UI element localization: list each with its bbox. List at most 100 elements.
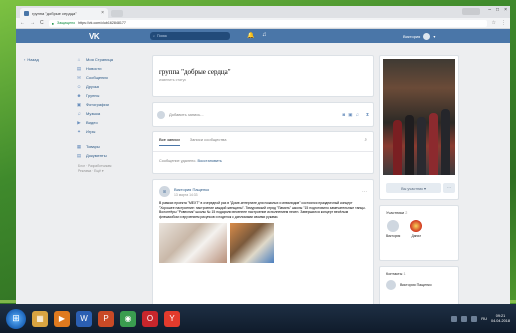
sidebar-item-photos[interactable]: ▣ Фотографии <box>76 100 146 109</box>
members-header[interactable]: Участники 2 <box>380 206 458 215</box>
members-card: Участники 2 Виктория Данил <box>379 205 459 261</box>
sidebar-item-documents[interactable]: ▤ Документы <box>76 151 146 160</box>
sidebar-item-label: Игры <box>86 129 96 134</box>
start-button[interactable]: ⊞ <box>6 308 26 329</box>
url-text: https://vk.com/club162848177 <box>78 21 126 25</box>
sidebar-item-video[interactable]: ▶ Видео <box>76 118 146 127</box>
bookmark-star-icon[interactable]: ☆ <box>492 20 496 26</box>
member-item[interactable]: Виктория <box>386 220 400 238</box>
sidebar-item-news[interactable]: ▤ Новости <box>76 64 146 73</box>
opera-glyph: O <box>146 314 154 323</box>
minimize-icon[interactable]: – <box>488 7 491 13</box>
restore-link[interactable]: Восстановить <box>197 159 221 163</box>
post-author[interactable]: Виктория Пащенко <box>174 187 209 192</box>
members-list: Виктория Данил <box>380 215 458 243</box>
post-date[interactable]: 13 марта 14:33 <box>174 193 209 197</box>
post-composer[interactable]: Добавить запись... ◙ ▣ ♫ ⧗ <box>152 102 374 127</box>
deleted-notice: Сообщение удалено. Восстановить <box>153 152 373 170</box>
groups-icon: ☻ <box>76 93 82 98</box>
sidebar-item-my-page[interactable]: ⌂ Моя Страница <box>76 55 146 64</box>
post-more-icon[interactable]: ··· <box>362 189 367 195</box>
group-cover-photo[interactable] <box>383 59 455 175</box>
secure-label: Защищено <box>57 21 76 25</box>
chrome-icon[interactable]: ◉ <box>120 310 136 327</box>
avatar <box>410 220 423 232</box>
footer-links-2[interactable]: Реклама · Ещё ▾ <box>78 169 146 174</box>
contact-item[interactable]: Виктория Пащенко <box>380 276 458 294</box>
timer-icon[interactable]: ⧗ <box>366 112 369 118</box>
contacts-header[interactable]: Контакты 1 <box>380 267 458 276</box>
word-icon[interactable]: W <box>76 310 92 327</box>
sidebar-item-label: Музыка <box>86 111 101 116</box>
lock-icon: ● <box>51 20 55 26</box>
sidebar-item-goods[interactable]: ▦ Товары <box>76 142 146 151</box>
avatar <box>387 220 400 232</box>
battery-icon[interactable] <box>471 315 478 322</box>
tab-community-posts[interactable]: Записи сообщества <box>190 137 227 146</box>
wall-post: ◙ Виктория Пащенко 13 марта 14:33 ··· В … <box>152 179 374 304</box>
contacts-card: Контакты 1 Виктория Пащенко <box>379 266 459 304</box>
photo-icon[interactable]: ▣ <box>348 112 352 118</box>
friends-icon: ☺ <box>76 84 82 89</box>
sidebar-item-games[interactable]: ✦ Игры <box>76 127 146 136</box>
members-count: 2 <box>405 211 408 215</box>
reload-icon[interactable]: C <box>40 20 44 26</box>
sidebar-item-messages[interactable]: ✉ Сообщения <box>76 73 146 82</box>
search-icon[interactable]: ⌕ <box>364 137 367 146</box>
video-icon: ▶ <box>77 119 81 125</box>
bell-icon[interactable]: 🔔 <box>247 32 254 39</box>
volume-icon[interactable] <box>461 315 468 322</box>
tab-strip: группа "добрые сердца" × – □ × <box>16 6 510 18</box>
search-icon: ⌕ <box>153 34 156 38</box>
chevron-down-icon: ▾ <box>433 34 436 39</box>
camera-avatar-icon[interactable]: ◙ <box>159 186 170 197</box>
group-header-card: группа "добрые сердца" изменить статус <box>152 55 374 97</box>
maximize-icon[interactable]: □ <box>496 7 499 13</box>
clock[interactable]: 09:21 04.04.2018 <box>491 314 510 324</box>
post-photo-2[interactable] <box>230 223 274 264</box>
windows-logo-icon: ⊞ <box>12 313 20 323</box>
browser-tab[interactable]: группа "добрые сердца" × <box>20 8 108 18</box>
yandex-icon[interactable]: Y <box>164 310 180 327</box>
language-indicator[interactable]: RU <box>481 316 487 321</box>
sidebar-item-friends[interactable]: ☺ Друзья <box>76 82 146 91</box>
media-icon[interactable]: ▶ <box>54 310 70 327</box>
system-tray: RU 09:21 04.04.2018 <box>451 314 510 324</box>
member-status-button[interactable]: Вы участник ▾ <box>386 183 441 193</box>
post-text: В рамках проекта "МЕХТ" в очередной раз … <box>159 201 366 219</box>
user-menu[interactable]: Виктория ▾ <box>403 33 435 40</box>
sidebar-item-label: Сообщения <box>86 75 108 80</box>
close-tab-icon[interactable]: × <box>101 10 104 16</box>
music-icon[interactable]: ♫ <box>355 112 358 118</box>
tab-all-posts[interactable]: Все записи <box>159 137 180 146</box>
page-title: группа "добрые сердца" <box>159 68 231 76</box>
camera-icon[interactable]: ◙ <box>342 112 345 118</box>
more-actions-button[interactable]: ··· <box>443 183 455 193</box>
powerpoint-glyph: P <box>103 314 109 323</box>
url-input[interactable]: ● Защищено https://vk.com/club162848177 <box>48 19 487 27</box>
music-icon[interactable]: ♫ <box>262 32 267 38</box>
explorer-glyph: ▦ <box>36 314 44 323</box>
members-label: Участники <box>386 211 405 215</box>
sidebar-item-label: Группы <box>86 93 100 98</box>
post-photo-1[interactable] <box>159 223 227 264</box>
group-status[interactable]: изменить статус <box>159 78 367 82</box>
explorer-icon[interactable]: ▦ <box>32 310 48 327</box>
back-link[interactable]: ‹ Назад <box>24 57 39 62</box>
sidebar-item-label: Моя Страница <box>86 57 114 62</box>
new-tab-button[interactable] <box>111 10 123 17</box>
forward-arrow-icon[interactable]: → <box>30 20 35 26</box>
powerpoint-icon[interactable]: P <box>98 310 114 327</box>
sidebar-item-music[interactable]: ♫ Музыка <box>76 109 146 118</box>
vk-logo[interactable]: VK <box>89 32 100 41</box>
browser-profile-button[interactable] <box>462 8 480 15</box>
vk-search-input[interactable]: ⌕ Поиск <box>150 32 230 40</box>
sidebar-item-groups[interactable]: ☻ Группы <box>76 91 146 100</box>
browser-menu-icon[interactable]: ⋮ <box>501 20 506 26</box>
close-window-icon[interactable]: × <box>504 7 507 13</box>
back-arrow-icon[interactable]: ← <box>20 20 25 26</box>
opera-icon[interactable]: O <box>142 310 158 327</box>
wall-card: Все записи Записи сообщества ⌕ Сообщение… <box>152 131 374 174</box>
member-item[interactable]: Данил <box>410 220 423 238</box>
network-icon[interactable] <box>451 315 458 322</box>
